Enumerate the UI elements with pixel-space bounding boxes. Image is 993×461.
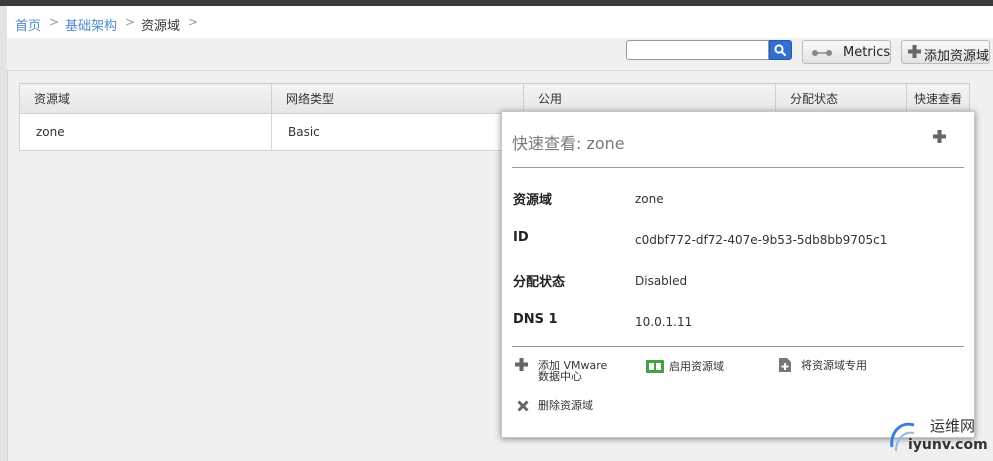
breadcrumb-separator: > bbox=[49, 15, 60, 29]
column-header-public[interactable]: 公用 bbox=[523, 83, 776, 114]
column-header-quickview: 快速查看 bbox=[906, 83, 970, 114]
breadcrumb: 首页 > 基础架构 > 资源域 > bbox=[7, 6, 993, 39]
quickview-divider bbox=[512, 167, 964, 168]
quickview-divider bbox=[512, 346, 964, 347]
breadcrumb-zones[interactable]: 资源域 bbox=[141, 15, 180, 34]
toolbar: Metrics 添加资源域 bbox=[7, 38, 993, 71]
field-label-id: ID bbox=[513, 230, 529, 245]
column-header-network-type[interactable]: 网络类型 bbox=[271, 83, 524, 114]
plus-icon[interactable] bbox=[933, 130, 946, 143]
quickview-title: 快速查看: zone bbox=[512, 134, 625, 153]
dedicate-icon bbox=[779, 358, 791, 372]
field-value-allocation-state: Disabled bbox=[635, 274, 688, 288]
metrics-button[interactable]: Metrics bbox=[802, 40, 891, 64]
delete-x-icon bbox=[517, 400, 529, 412]
dedicate-zone-label: 将资源域专用 bbox=[801, 359, 867, 372]
watermark-text: 运维网 bbox=[930, 417, 976, 435]
breadcrumb-separator: > bbox=[188, 15, 199, 29]
watermark-url: iyunv.com bbox=[908, 437, 988, 453]
quickview-panel: 快速查看: zone 资源域 zone ID c0dbf772-df72-407… bbox=[501, 111, 975, 438]
add-vmware-label-line2: 数据中心 bbox=[538, 370, 582, 383]
metrics-label: Metrics bbox=[843, 45, 891, 60]
cell-network-type: Basic bbox=[271, 113, 524, 151]
column-header-allocation-state[interactable]: 分配状态 bbox=[775, 83, 907, 114]
table-header-row: 资源域 网络类型 公用 分配状态 快速查看 bbox=[19, 83, 970, 114]
add-vmware-datacenter-action[interactable]: 添加 VMware 数据中心 bbox=[515, 358, 625, 384]
cell-zone-name[interactable]: zone bbox=[19, 113, 272, 151]
delete-zone-label: 删除资源域 bbox=[538, 399, 593, 412]
breadcrumb-infrastructure[interactable]: 基础架构 bbox=[65, 15, 117, 34]
breadcrumb-separator: > bbox=[125, 15, 136, 29]
search-button[interactable] bbox=[769, 40, 792, 60]
search-icon bbox=[774, 44, 787, 57]
plus-icon bbox=[908, 45, 921, 58]
field-value-id: c0dbf772-df72-407e-9b53-5db8bb9705c1 bbox=[635, 233, 888, 247]
enable-icon bbox=[646, 360, 664, 373]
enable-zone-label: 启用资源域 bbox=[669, 360, 724, 373]
add-zone-button[interactable]: 添加资源域 bbox=[901, 40, 990, 64]
add-zone-label: 添加资源域 bbox=[924, 49, 990, 64]
watermark-logo: 运维网 iyunv.com bbox=[888, 413, 988, 458]
left-edge-strip bbox=[0, 6, 8, 461]
field-label-dns1: DNS 1 bbox=[513, 312, 558, 327]
field-label-zone: 资源域 bbox=[513, 193, 553, 208]
search-input[interactable] bbox=[626, 40, 769, 60]
field-value-zone: zone bbox=[635, 192, 664, 206]
enable-zone-action[interactable]: 启用资源域 bbox=[646, 360, 746, 376]
field-value-dns1: 10.0.1.11 bbox=[635, 315, 693, 329]
metrics-icon bbox=[812, 50, 832, 56]
column-header-zone[interactable]: 资源域 bbox=[19, 83, 272, 114]
breadcrumb-home[interactable]: 首页 bbox=[15, 15, 41, 34]
plus-icon bbox=[515, 358, 528, 371]
dedicate-zone-action[interactable]: 将资源域专用 bbox=[779, 358, 879, 374]
field-label-allocation-state: 分配状态 bbox=[513, 275, 566, 290]
delete-zone-action[interactable]: 删除资源域 bbox=[517, 400, 617, 416]
